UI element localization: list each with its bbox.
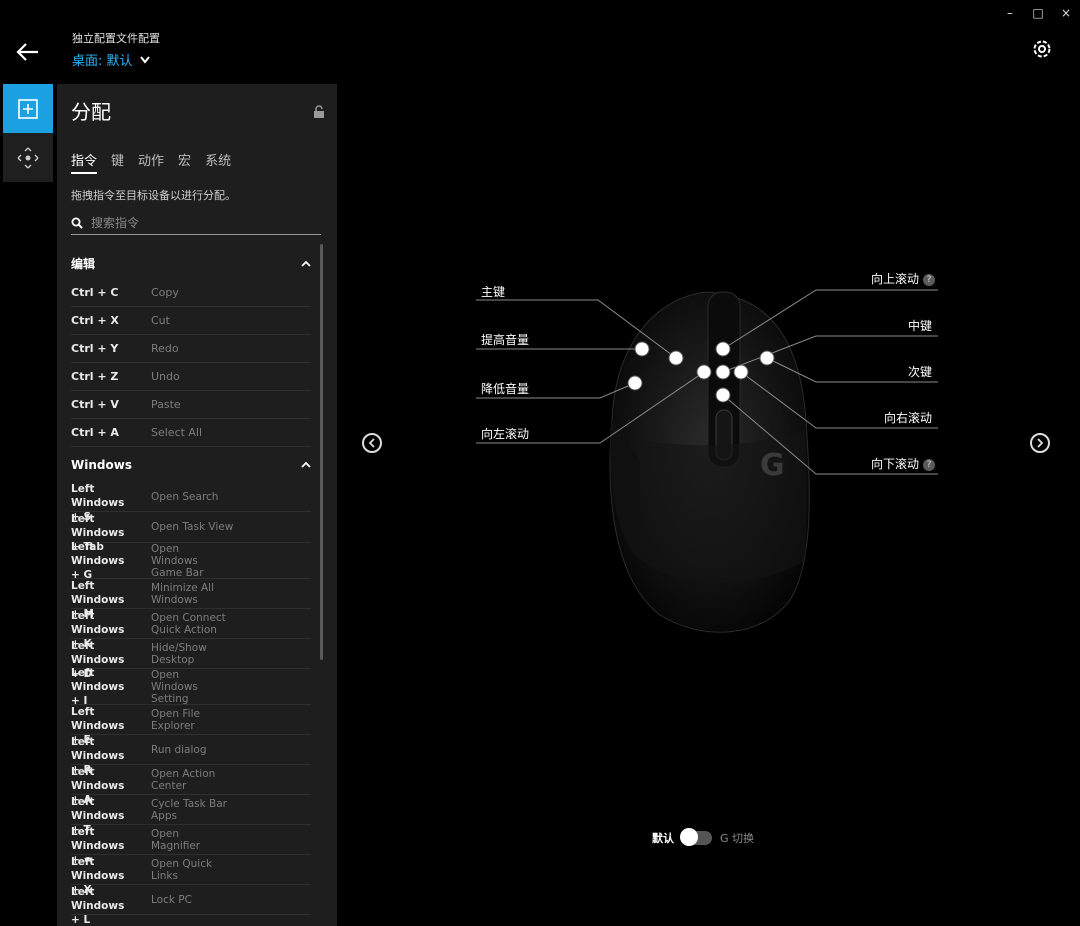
hotspot-volume-down[interactable] (627, 375, 643, 391)
label-scroll-up: 向上滚动? (871, 270, 935, 287)
toggle-label-default: 默认 (652, 832, 674, 845)
hotspot-scroll-down[interactable] (715, 387, 731, 403)
hotspot-volume-up[interactable] (634, 341, 650, 357)
label-secondary-button: 次键 (907, 365, 932, 379)
hotspot-left-button[interactable] (668, 350, 684, 366)
gshift-toggle-group: 默认 G 切换 (652, 828, 755, 846)
label-primary-button: 主键 (481, 285, 506, 299)
hotspot-scroll-left[interactable] (696, 364, 712, 380)
toggle-knob (680, 828, 698, 846)
label-scroll-right: 向右滚动 (883, 411, 932, 425)
hotspot-scroll-right[interactable] (733, 364, 749, 380)
label-scroll-down: 向下滚动? (871, 455, 935, 472)
gshift-toggle[interactable] (680, 828, 712, 846)
hotspot-right-button[interactable] (759, 350, 775, 366)
hotspot-middle-button[interactable] (715, 364, 731, 380)
toggle-label-gshift: G 切换 (720, 832, 755, 845)
label-volume-up: 提高音量 (481, 333, 530, 347)
hotspot-scroll-up[interactable] (715, 341, 731, 357)
help-icon[interactable]: ? (923, 458, 935, 471)
label-volume-down: 降低音量 (481, 382, 530, 396)
help-icon[interactable]: ? (923, 273, 935, 286)
label-scroll-left: 向左滚动 (481, 427, 530, 441)
svg-text:G: G (760, 448, 785, 483)
label-middle-button: 中键 (907, 319, 932, 333)
